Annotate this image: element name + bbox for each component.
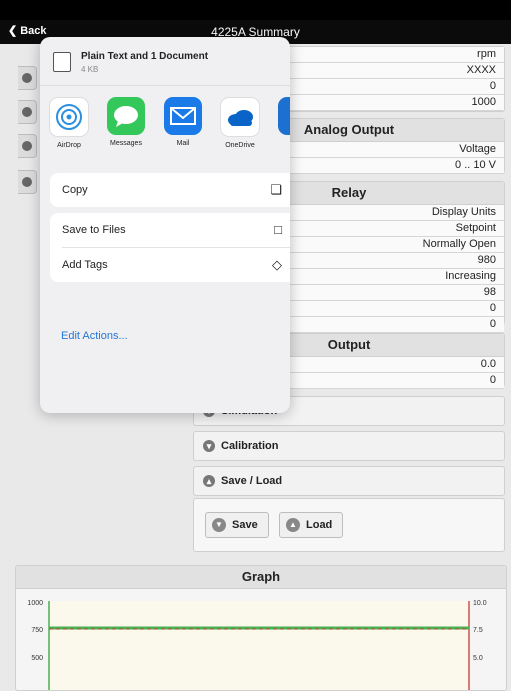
- share-app-mail[interactable]: Mail: [161, 97, 205, 147]
- tick-label: 5.0: [473, 655, 483, 662]
- graph-panel: Graph 1000 750 500 10.0 7.5 5.0: [15, 565, 507, 691]
- chevron-up-icon: ▲: [286, 518, 300, 532]
- tick-label: 500: [31, 655, 43, 662]
- chevron-down-icon: ▾: [203, 440, 215, 452]
- menu-icon[interactable]: [18, 134, 37, 158]
- onedrive-icon: [220, 97, 260, 137]
- tag-icon: ◇: [272, 257, 282, 272]
- save-load-section[interactable]: ▴ Save / Load: [193, 466, 505, 496]
- copy-action[interactable]: Copy ❏: [50, 173, 290, 207]
- copy-icon: ❏: [270, 182, 282, 197]
- status-bar: [0, 0, 511, 20]
- plot-area: [49, 601, 469, 690]
- document-size: 4 KB: [81, 65, 99, 74]
- graph-plot: 1000 750 500 10.0 7.5 5.0: [27, 600, 487, 690]
- share-apps-row: AirDrop Messages Mail OneDrive C: [40, 97, 290, 157]
- tick-label: 10.0: [473, 600, 487, 607]
- load-button[interactable]: ▲ Load: [279, 512, 344, 538]
- edit-actions-link[interactable]: Edit Actions...: [61, 330, 128, 342]
- share-app-airdrop[interactable]: AirDrop: [47, 97, 91, 149]
- save-load-body: ▼ Save ▲ Load: [193, 498, 505, 552]
- tick-label: 7.5: [473, 627, 483, 634]
- tick-label: 1000: [27, 600, 43, 607]
- tick-label: 750: [31, 627, 43, 634]
- file-actions-group: Save to Files □ Add Tags ◇: [50, 213, 290, 282]
- settings-icon[interactable]: [18, 170, 37, 194]
- share-app-more[interactable]: C: [275, 97, 290, 147]
- chevron-down-icon: ▼: [212, 518, 226, 532]
- chevron-up-icon: ▴: [203, 475, 215, 487]
- mail-icon: [164, 97, 202, 135]
- airdrop-icon: [49, 97, 89, 137]
- save-button[interactable]: ▼ Save: [205, 512, 269, 538]
- add-tags-action[interactable]: Add Tags ◇: [50, 248, 290, 282]
- share-sheet-header: Plain Text and 1 Document 4 KB: [40, 37, 290, 86]
- messages-icon: [107, 97, 145, 135]
- share-app-onedrive[interactable]: OneDrive: [218, 97, 262, 149]
- graph-title: Graph: [16, 566, 506, 589]
- share-sheet: Plain Text and 1 Document 4 KB AirDrop M…: [40, 37, 290, 413]
- app-icon: [278, 97, 290, 135]
- share-app-messages[interactable]: Messages: [104, 97, 148, 147]
- pencil-icon[interactable]: [18, 100, 37, 124]
- folder-icon: □: [274, 222, 282, 237]
- copy-group: Copy ❏: [50, 173, 290, 207]
- document-icon: [53, 52, 71, 72]
- document-title: Plain Text and 1 Document: [81, 51, 209, 62]
- eye-icon[interactable]: [18, 66, 37, 90]
- save-to-files-action[interactable]: Save to Files □: [50, 213, 290, 247]
- calibration-section[interactable]: ▾ Calibration: [193, 431, 505, 461]
